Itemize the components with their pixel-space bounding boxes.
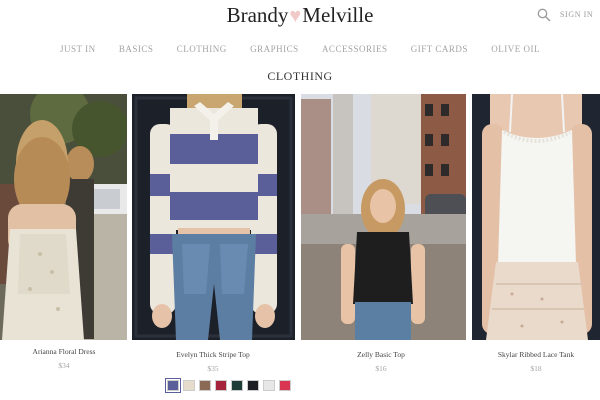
product-image-zelly[interactable] [301,94,466,340]
nav-item-graphics[interactable]: GRAPHICS [250,44,299,54]
brand-logo[interactable]: Brandy♥Melville [0,3,600,28]
color-swatch[interactable] [279,380,291,391]
color-swatch[interactable] [215,380,227,391]
color-swatch[interactable] [247,380,259,391]
brand-name-left: Brandy [226,3,289,27]
product-name[interactable]: Zelly Basic Top [301,350,461,359]
search-icon[interactable] [537,8,551,22]
color-swatch[interactable] [183,380,195,391]
color-swatch[interactable] [199,380,211,391]
heart-icon: ♥ [289,5,302,27]
nav-item-basics[interactable]: BASICS [119,44,154,54]
main-nav: JUST IN BASICS CLOTHING GRAPHICS ACCESSO… [60,44,540,54]
sign-in-link[interactable]: SIGN IN [560,10,593,19]
nav-item-gift-cards[interactable]: GIFT CARDS [411,44,468,54]
section-title: CLOTHING [267,69,333,83]
brand-name-right: Melville [302,3,374,27]
nav-item-olive-oil[interactable]: OLIVE OIL [491,44,540,54]
product-name[interactable]: Evelyn Thick Stripe Top [133,350,293,359]
nav-item-accessories[interactable]: ACCESSORIES [322,44,388,54]
product-price: $18 [530,364,542,373]
color-swatches [165,378,291,393]
product-image-evelyn[interactable] [132,94,295,340]
product-price: $34 [58,361,70,370]
product-price: $16 [375,364,387,373]
product-name[interactable]: Skylar Ribbed Lace Tank [456,350,600,359]
color-swatch[interactable] [263,380,275,391]
color-swatch[interactable] [165,378,181,393]
nav-item-just-in[interactable]: JUST IN [60,44,96,54]
product-price: $35 [207,364,219,373]
nav-item-clothing[interactable]: CLOTHING [177,44,227,54]
color-swatch[interactable] [231,380,243,391]
product-name[interactable]: Arianna Floral Dress [0,347,144,356]
product-image-skylar[interactable] [472,94,600,340]
product-image-arianna[interactable] [0,94,127,340]
